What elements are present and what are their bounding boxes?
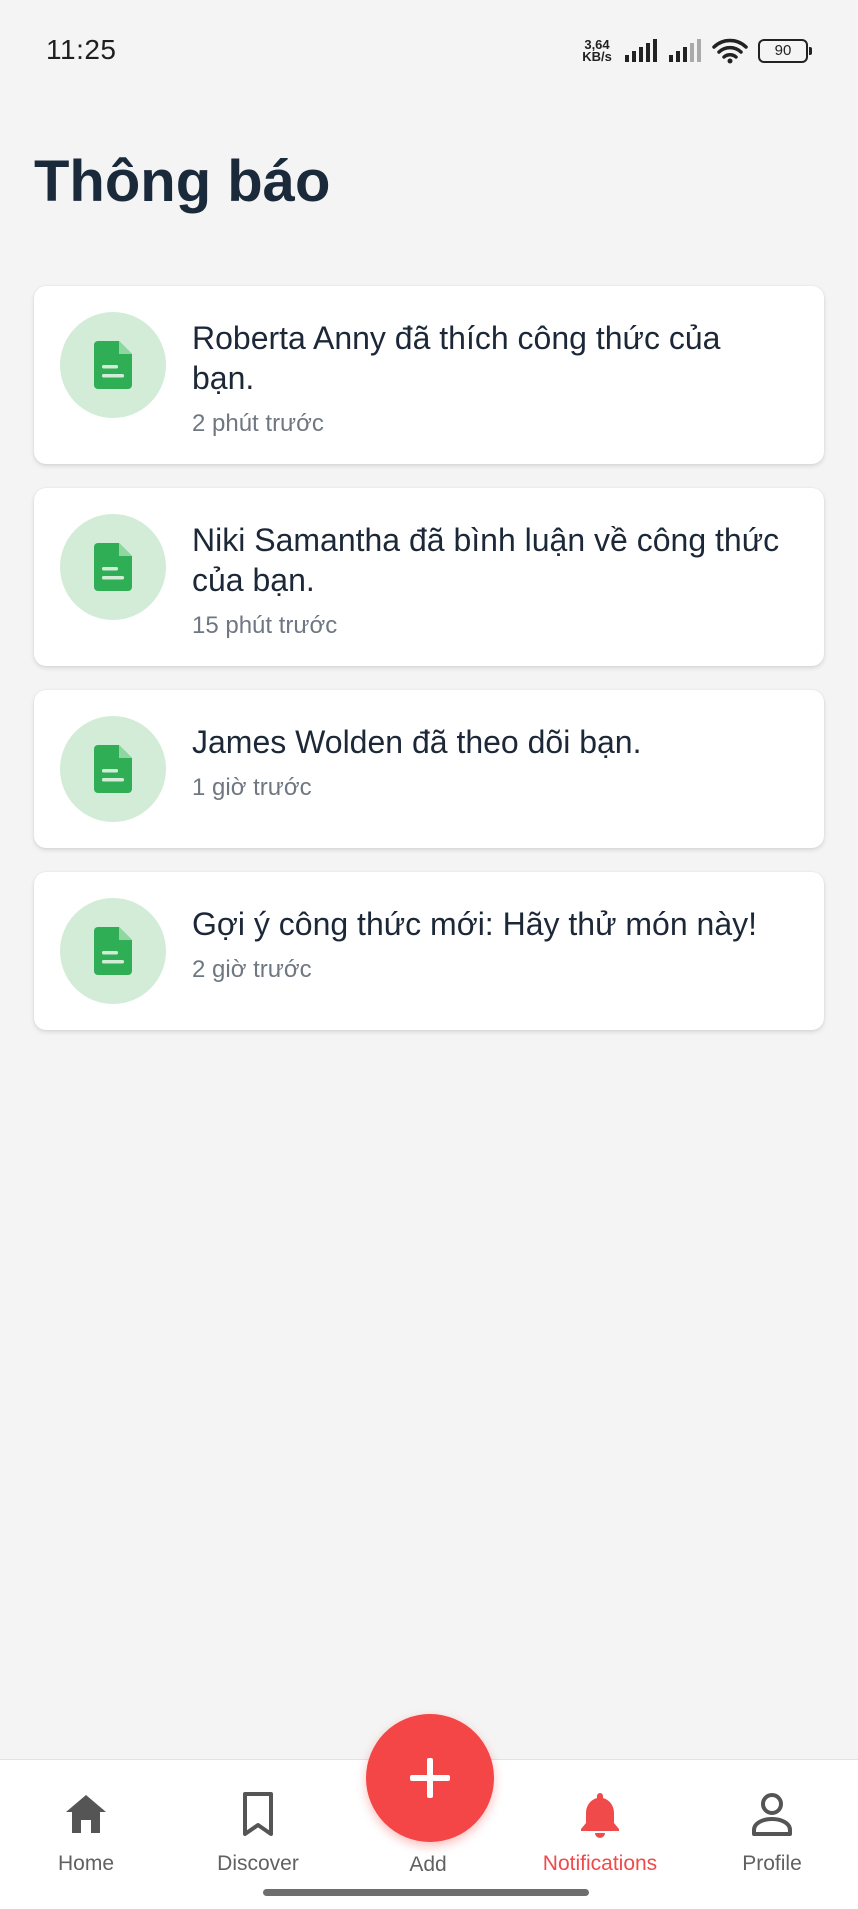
wifi-icon [712, 38, 748, 64]
nav-label-profile: Profile [742, 1852, 802, 1875]
notification-icon-badge [60, 312, 166, 418]
notification-item[interactable]: Niki Samantha đã bình luận về công thức … [34, 488, 824, 666]
nav-item-home[interactable]: Home [6, 1790, 166, 1876]
notification-message: Niki Samantha đã bình luận về công thức … [192, 522, 780, 598]
plus-icon [410, 1758, 450, 1798]
nav-label-add: Add [409, 1853, 447, 1876]
notification-time: 2 phút trước [192, 410, 324, 437]
notification-icon-badge [60, 716, 166, 822]
bookmark-icon [243, 1792, 273, 1836]
battery-indicator: 90 [758, 39, 812, 63]
document-icon [94, 543, 132, 591]
signal-icon [625, 39, 657, 62]
home-indicator [263, 1889, 589, 1896]
network-speed-unit: KB/s [582, 49, 612, 64]
nav-item-profile[interactable]: Profile [692, 1790, 852, 1876]
document-icon [94, 341, 132, 389]
notification-item[interactable]: James Wolden đã theo dõi bạn. 1 giờ trướ… [34, 690, 824, 848]
notification-message: James Wolden đã theo dõi bạn. [192, 724, 642, 760]
page-title: Thông báo [34, 149, 331, 214]
document-icon [94, 927, 132, 975]
notification-time: 1 giờ trước [192, 774, 312, 801]
status-time: 11:25 [46, 34, 117, 65]
add-button[interactable] [366, 1714, 494, 1842]
bell-icon [581, 1793, 619, 1838]
notification-time: 2 giờ trước [192, 956, 312, 983]
nav-label-home: Home [57, 1852, 115, 1875]
notification-time: 15 phút trước [192, 612, 338, 639]
notification-message: Roberta Anny đã thích công thức của bạn. [192, 320, 721, 396]
notification-list: Roberta Anny đã thích công thức của bạn.… [34, 286, 824, 1054]
status-icons: 3,64 KB/s 90 [580, 34, 812, 68]
notification-item[interactable]: Roberta Anny đã thích công thức của bạn.… [34, 286, 824, 464]
home-icon [66, 1795, 106, 1833]
person-icon [752, 1793, 792, 1836]
status-bar: 11:25 3,64 KB/s 90 [0, 0, 858, 100]
nav-item-discover[interactable]: Discover [178, 1790, 338, 1876]
document-icon [94, 745, 132, 793]
signal-icon-2 [669, 39, 701, 62]
network-speed: 3,64 KB/s [580, 38, 614, 64]
nav-label-notifications: Notifications [542, 1852, 658, 1875]
notification-icon-badge [60, 898, 166, 1004]
notification-icon-badge [60, 514, 166, 620]
nav-label-discover: Discover [217, 1852, 299, 1875]
nav-item-notifications[interactable]: Notifications [520, 1790, 680, 1876]
notification-message: Gợi ý công thức mới: Hãy thử món này! [192, 906, 757, 942]
notification-item[interactable]: Gợi ý công thức mới: Hãy thử món này! 2 … [34, 872, 824, 1030]
